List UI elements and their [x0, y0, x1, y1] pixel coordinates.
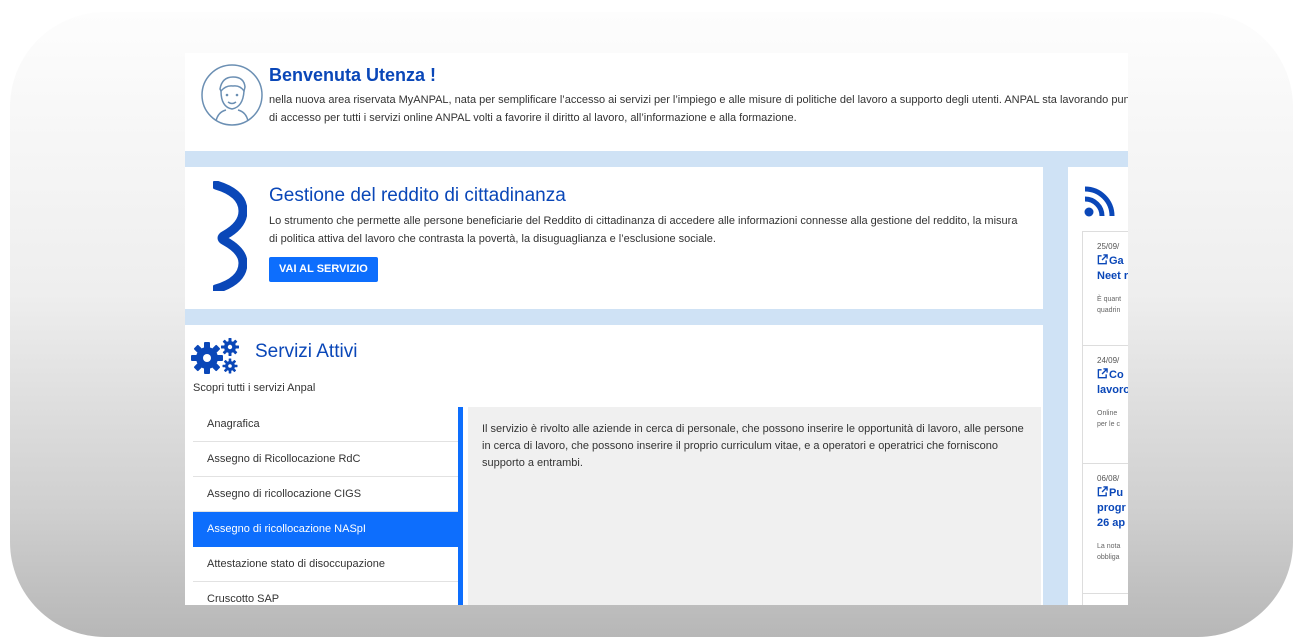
welcome-title: Benvenuta Utenza !: [269, 65, 437, 85]
services-menu: Anagrafica Assegno di Ricollocazione RdC…: [193, 407, 463, 605]
service-item-attestazione[interactable]: Attestazione stato di disoccupazione: [193, 547, 458, 582]
services-title: Servizi Attivi: [255, 341, 358, 362]
news-title-link[interactable]: Ga Neet r: [1097, 254, 1128, 284]
news-title-line: progr: [1097, 502, 1126, 514]
rss-icon: [1084, 186, 1115, 217]
news-desc-line: per le c: [1097, 421, 1120, 428]
news-date: 25/09/: [1097, 242, 1120, 251]
news-description: La nota obbliga: [1097, 541, 1128, 563]
service-item-cruscotto-sap[interactable]: Cruscotto SAP: [193, 582, 458, 605]
service-item-assegno-cigs[interactable]: Assegno di ricollocazione CIGS: [193, 477, 458, 512]
news-list: 25/09/ Ga Neet r È quant quadrin 24/09/ …: [1082, 231, 1128, 605]
services-subtitle: Scopri tutti i servizi Anpal: [193, 382, 316, 394]
rdc-description: Lo strumento che permette alle persone b…: [269, 215, 1018, 245]
news-description: Online per le c: [1097, 408, 1128, 430]
news-panel: 25/09/ Ga Neet r È quant quadrin 24/09/ …: [1068, 167, 1128, 605]
service-item-assegno-rdc[interactable]: Assegno di Ricollocazione RdC: [193, 442, 458, 477]
user-avatar-icon: [201, 64, 263, 126]
news-desc-line: La nota: [1097, 543, 1121, 550]
news-date: 06/08/: [1097, 474, 1120, 483]
news-title-link[interactable]: Co lavoro: [1097, 368, 1128, 398]
news-desc-line: Online: [1097, 410, 1118, 417]
external-link-icon: [1097, 368, 1108, 379]
news-title-line: lavoro: [1097, 384, 1128, 396]
page-viewport: Benvenuta Utenza ! nella nuova area rise…: [185, 53, 1128, 605]
news-title-line: Pu: [1109, 487, 1124, 499]
external-link-icon: [1097, 486, 1108, 497]
service-description-panel: Il servizio è rivolto alle aziende in ce…: [468, 407, 1041, 605]
news-title-line: Neet r: [1097, 270, 1128, 282]
active-services-card: Servizi Attivi Scopri tutti i servizi An…: [185, 325, 1043, 605]
rdc-card: Gestione del reddito di cittadinanza Lo …: [185, 167, 1043, 309]
external-link-icon: [1097, 254, 1108, 265]
rdc-title: Gestione del reddito di cittadinanza: [269, 185, 566, 206]
news-title-line: Co: [1109, 369, 1124, 381]
news-item[interactable]: 25/09/ Ga Neet r È quant quadrin: [1083, 232, 1128, 346]
gears-icon: [191, 338, 239, 374]
news-item[interactable]: 24/09/ Co lavoro Online per le c: [1083, 346, 1128, 464]
welcome-text: nella nuova area riservata MyANPAL, nata…: [269, 94, 1128, 124]
news-date: 24/09/: [1097, 356, 1120, 365]
news-item[interactable]: 06/08/ Pu progr 26 ap La nota obbliga: [1083, 464, 1128, 594]
news-desc-line: È quant: [1097, 296, 1122, 303]
rdc-logo-icon: [213, 181, 247, 291]
news-title-link[interactable]: Pu progr 26 ap: [1097, 486, 1128, 531]
go-to-service-button[interactable]: VAI AL SERVIZIO: [269, 257, 378, 282]
welcome-banner: Benvenuta Utenza ! nella nuova area rise…: [185, 53, 1128, 151]
news-title-line: 26 ap: [1097, 517, 1126, 529]
news-desc-line: obbliga: [1097, 554, 1120, 561]
news-description: È quant quadrin: [1097, 294, 1128, 316]
news-desc-line: quadrin: [1097, 307, 1121, 314]
screen-frame: Benvenuta Utenza ! nella nuova area rise…: [10, 12, 1293, 637]
service-item-assegno-naspi[interactable]: Assegno di ricollocazione NASpI: [193, 512, 458, 547]
service-item-anagrafica[interactable]: Anagrafica: [193, 407, 458, 442]
news-title-line: Ga: [1109, 255, 1124, 267]
